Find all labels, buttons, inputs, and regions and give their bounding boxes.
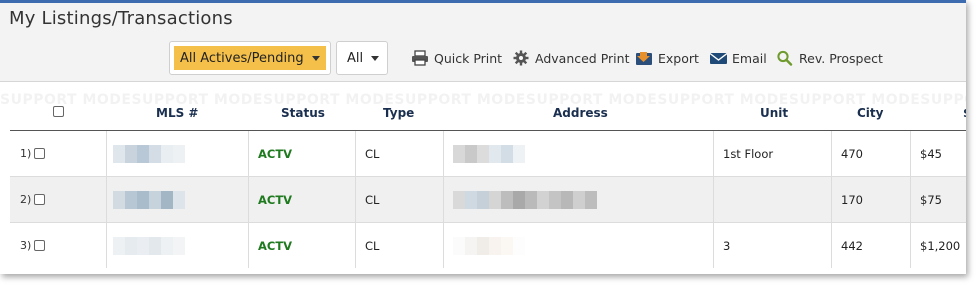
status-filter-value: All Actives/Pending xyxy=(180,50,304,66)
column-header-mls[interactable]: MLS # xyxy=(156,106,198,120)
export-button[interactable]: Export xyxy=(635,50,699,66)
listings-page: My Listings/Transactions All Actives/Pen… xyxy=(0,0,966,274)
type-filter-value: All xyxy=(347,50,364,66)
city-cell: 170 xyxy=(841,192,863,207)
status-filter-dropdown[interactable]: All Actives/Pending xyxy=(169,41,331,75)
row-number: 1) xyxy=(20,147,32,160)
address-redacted xyxy=(453,236,525,255)
address-redacted xyxy=(453,144,525,163)
page-title: My Listings/Transactions xyxy=(9,8,233,29)
type-cell: CL xyxy=(365,146,380,161)
rev-prospect-button[interactable]: Rev. Prospect xyxy=(776,50,883,66)
mls-number-redacted xyxy=(113,144,185,163)
address-redacted xyxy=(453,190,597,209)
column-header-address[interactable]: Address xyxy=(553,106,608,120)
column-header-type[interactable]: Type xyxy=(383,106,414,120)
type-cell: CL xyxy=(365,192,380,207)
quick-print-button[interactable]: Quick Print xyxy=(411,50,502,66)
select-all-checkbox[interactable] xyxy=(53,106,64,117)
column-header-status[interactable]: Status xyxy=(281,106,325,120)
price-cell: $45 xyxy=(920,146,942,161)
magnifier-icon xyxy=(777,50,793,66)
status-badge: ACTV xyxy=(258,238,293,253)
row-number: 3) xyxy=(20,239,32,252)
mls-number-redacted xyxy=(113,236,185,255)
export-icon xyxy=(636,52,652,65)
listings-grid: SUPPORT MODESUPPORT MODESUPPORT MODESUPP… xyxy=(0,82,966,274)
row-checkbox[interactable] xyxy=(34,194,46,205)
unit-cell: 1st Floor xyxy=(723,146,774,161)
row-checkbox[interactable] xyxy=(34,240,46,251)
printer-icon xyxy=(412,50,428,66)
table-row[interactable]: 3) ACTV CL 3 442 $1,200 xyxy=(10,223,966,268)
chevron-down-icon xyxy=(371,55,380,61)
column-header-unit[interactable]: Unit xyxy=(760,106,788,120)
support-mode-watermark: SUPPORT MODESUPPORT MODESUPPORT MODESUPP… xyxy=(0,92,966,108)
status-badge: ACTV xyxy=(258,192,293,207)
chevron-down-icon xyxy=(311,55,320,61)
table-row[interactable]: 2) ACTV CL 170 $75 xyxy=(10,177,966,222)
city-cell: 470 xyxy=(841,146,863,161)
type-cell: CL xyxy=(365,238,380,253)
row-checkbox[interactable] xyxy=(34,148,46,159)
email-button[interactable]: Email xyxy=(709,50,767,66)
mls-number-redacted xyxy=(113,190,185,209)
table-row[interactable]: 1) ACTV CL 1st Floor 470 $45 xyxy=(10,131,966,176)
column-header-price[interactable]: $ xyxy=(963,106,966,120)
envelope-icon xyxy=(709,52,727,64)
gear-icon xyxy=(513,50,529,66)
header-area: My Listings/Transactions All Actives/Pen… xyxy=(0,3,966,82)
type-filter-dropdown[interactable]: All xyxy=(336,41,388,75)
column-header-city[interactable]: City xyxy=(857,106,883,120)
row-number: 2) xyxy=(20,193,32,206)
city-cell: 442 xyxy=(841,238,863,253)
advanced-print-button[interactable]: Advanced Print xyxy=(512,50,629,66)
price-cell: $1,200 xyxy=(920,238,961,253)
unit-cell: 3 xyxy=(723,238,731,253)
price-cell: $75 xyxy=(920,192,942,207)
status-badge: ACTV xyxy=(258,146,293,161)
